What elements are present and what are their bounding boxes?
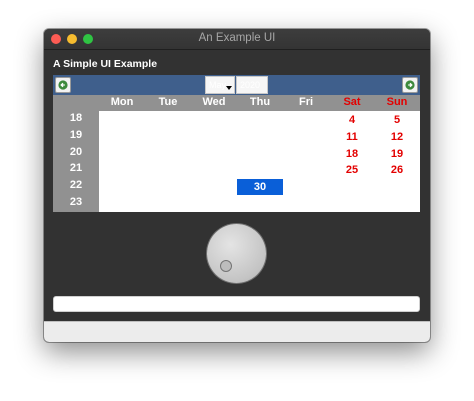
calendar-day-cell[interactable]: 19 [374,146,420,162]
weekday-header-row: Mon Tue Wed Thu Fri Sat Sun [53,95,420,111]
week-number: 18 [69,112,83,124]
week-number: 20 [69,146,83,158]
calendar-day-cell[interactable]: 25 [329,162,375,178]
weekday-header: Sat [343,96,361,108]
status-bar [44,321,430,342]
weekday-header: Sun [386,96,408,108]
next-month-button[interactable] [402,77,418,93]
right-arrow-circle-icon [405,80,415,90]
calendar-day-cell[interactable]: 12 [374,129,420,145]
year-value: 2020 [240,80,261,90]
calendar-widget[interactable]: May 2020 Mon Tue Wed Thu Fri Sat Sun 18 … [53,75,420,212]
week-number: 21 [69,162,83,174]
calendar-day-cell[interactable]: 18 [329,146,375,162]
rotary-dial[interactable] [207,224,266,283]
calendar-day-cell[interactable]: 5 [374,112,420,128]
week-number-column: 18 19 20 21 22 23 [53,111,99,212]
month-selector[interactable]: May [205,76,235,94]
previous-month-button[interactable] [55,77,71,93]
week-number: 22 [69,179,83,191]
app-window: An Example UI A Simple UI Example May 20… [44,29,430,342]
weekday-header: Thu [249,96,271,108]
year-spinbox[interactable]: 2020 [236,76,268,94]
calendar-day-cell[interactable]: 4 [329,112,375,128]
month-value: May [209,80,227,90]
text-input-field[interactable] [53,296,420,312]
weekday-header: Mon [110,96,134,108]
app-heading: A Simple UI Example [53,58,158,70]
calendar-day-cell[interactable]: 26 [374,162,420,178]
week-number: 23 [69,196,83,208]
weekday-header: Fri [298,96,314,108]
weekday-header: Tue [158,96,178,108]
window-title: An Example UI [198,32,276,44]
dropdown-arrow-icon [226,86,232,90]
dial-indicator-notch [220,260,232,272]
selected-day-cell[interactable]: 30 [237,179,283,195]
left-arrow-circle-icon [58,80,68,90]
week-number: 19 [69,129,83,141]
calendar-navigation-bar: May 2020 [53,75,420,95]
title-bar[interactable]: An Example UI [44,29,430,50]
weekday-header: Wed [202,96,226,108]
calendar-day-cell[interactable]: 11 [329,129,375,145]
